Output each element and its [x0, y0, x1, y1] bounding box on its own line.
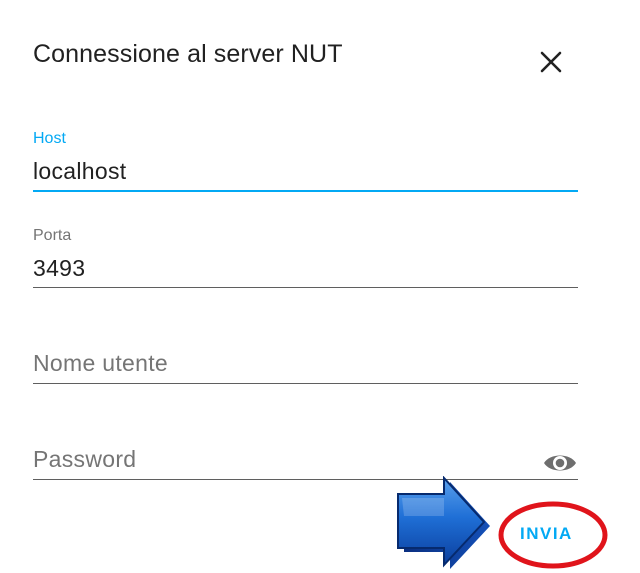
red-circle-highlight	[498, 501, 608, 569]
host-input[interactable]: localhost	[33, 158, 126, 185]
eye-icon	[544, 455, 576, 471]
arrow-right-icon	[397, 476, 490, 569]
password-field[interactable]: Password	[33, 436, 578, 482]
port-input[interactable]: 3493	[33, 255, 85, 282]
username-input[interactable]: Nome utente	[33, 350, 168, 377]
username-underline	[33, 383, 578, 384]
password-visibility-toggle[interactable]	[542, 450, 578, 476]
port-label: Porta	[33, 227, 72, 244]
host-field[interactable]: Host localhost	[33, 128, 578, 194]
port-underline	[33, 287, 578, 288]
host-underline	[33, 190, 578, 192]
host-label: Host	[33, 130, 66, 147]
username-field[interactable]: Nome utente	[33, 340, 578, 386]
password-input[interactable]: Password	[33, 446, 136, 473]
password-underline	[33, 479, 578, 480]
nut-connection-dialog: Connessione al server NUT Host localhost…	[0, 0, 640, 573]
dialog-title: Connessione al server NUT	[33, 40, 343, 68]
close-button[interactable]	[536, 47, 566, 77]
close-icon	[540, 51, 562, 73]
port-field[interactable]: Porta 3493	[33, 225, 578, 291]
